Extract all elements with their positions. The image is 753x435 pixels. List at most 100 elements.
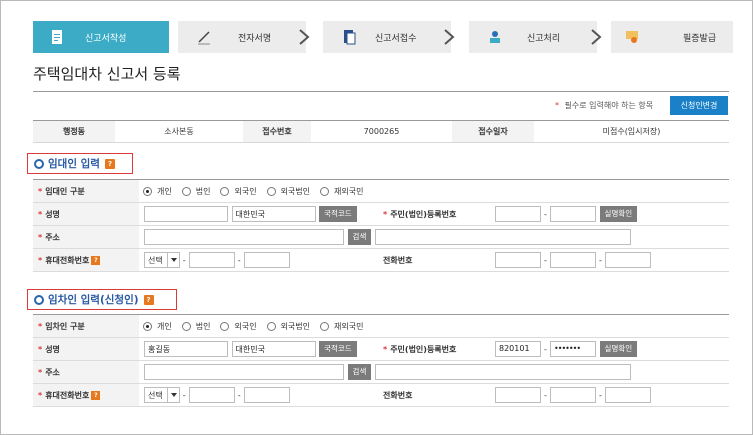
receipt-number-header: 접수번호 — [243, 120, 311, 143]
lessor-mobile-cell: 선택 - - — [139, 248, 379, 272]
radio-individual[interactable]: 개인 — [143, 186, 172, 197]
address-search-button[interactable]: 검색 — [347, 229, 372, 245]
lessee-address-cell: 검색 — [139, 360, 729, 384]
radio-foreign-corporation[interactable]: 외국법인 — [266, 321, 310, 332]
mobile-prefix-select[interactable]: 선택 — [144, 252, 180, 268]
mobile-prefix-select[interactable]: 선택 — [144, 387, 180, 403]
step-process[interactable]: 신고처리 — [469, 21, 597, 53]
circle-bullet-icon — [34, 158, 44, 169]
receipt-number-value: 7000265 — [311, 120, 452, 143]
chevron-right-icon — [444, 29, 455, 45]
lessor-phone-3-input[interactable] — [605, 252, 651, 268]
lessee-phone-2-input[interactable] — [550, 387, 596, 403]
lessor-nationality-input[interactable]: 대한민국 — [231, 206, 316, 222]
help-icon[interactable]: ? — [91, 255, 101, 265]
radio-overseas-korean[interactable]: 재외국민 — [320, 321, 363, 332]
person-desk-icon — [490, 31, 500, 43]
required-star: * — [555, 101, 559, 110]
lessor-id-cell: - 실명확인 — [491, 202, 729, 226]
step-write[interactable]: 신고서작성 — [33, 21, 169, 53]
lessor-address-cell: 검색 — [139, 225, 729, 249]
section-title-text: 임대인 입력 — [48, 158, 100, 170]
lessor-phone-cell: -- — [491, 248, 729, 272]
lessor-phone-label: 전화번호 — [379, 248, 491, 272]
step-issue[interactable]: 필증발급 — [611, 21, 733, 53]
radio-overseas-korean[interactable]: 재외국민 — [320, 186, 363, 197]
step-label: 필증발급 — [683, 34, 717, 44]
lessor-mobile-mid-input[interactable] — [188, 252, 235, 268]
lessee-address-detail-input[interactable] — [374, 364, 631, 380]
pen-icon — [198, 31, 210, 45]
lessor-phone-1-input[interactable] — [495, 252, 541, 268]
address-search-button[interactable]: 검색 — [347, 364, 372, 380]
lessee-mobile-last-input[interactable] — [243, 387, 290, 403]
lessee-name-label: * 성명 — [33, 337, 139, 361]
divider — [33, 91, 729, 92]
lessor-type-label: * 임대인 구분 — [33, 179, 139, 203]
step-label: 신고처리 — [527, 34, 561, 44]
lessee-id-front-input[interactable]: 820101 — [495, 341, 541, 357]
radio-corporation[interactable]: 법인 — [181, 186, 210, 197]
document-icon — [52, 30, 62, 44]
lessee-id-cell: 820101- ••••••• 실명확인 — [491, 337, 729, 361]
lessor-mobile-last-input[interactable] — [243, 252, 290, 268]
radio-foreigner[interactable]: 외국인 — [220, 186, 257, 197]
lessor-address-input[interactable] — [144, 229, 344, 245]
lessor-id-front-input[interactable] — [495, 206, 541, 222]
chevron-down-icon — [166, 253, 179, 267]
lessor-form: * 임대인 구분 개인 법인 외국인 외국법인 재외국민 * 성명 대한민국 국적코… — [33, 179, 729, 272]
section-title-text: 임차인 입력(신청인) — [48, 294, 139, 306]
radio-foreign-corporation[interactable]: 외국법인 — [266, 186, 310, 197]
lessee-address-label: * 주소 — [33, 360, 139, 384]
lessor-address-label: * 주소 — [33, 225, 139, 249]
country-code-button[interactable]: 국적코드 — [319, 341, 357, 357]
lessor-section-title: 임대인 입력 ? — [27, 153, 133, 174]
radio-corporation[interactable]: 법인 — [181, 321, 210, 332]
radio-individual[interactable]: 개인 — [143, 321, 172, 332]
country-code-button[interactable]: 국적코드 — [319, 206, 357, 222]
receipt-date-value: 미접수(임시저장) — [534, 120, 729, 143]
lessee-id-label: * 주민(법인)등록번호 — [379, 337, 491, 361]
lessor-name-cell: 대한민국 국적코드 — [139, 202, 379, 226]
registration-info-table: 행정동 소사본동 접수번호 7000265 접수일자 미접수(임시저장) — [33, 120, 729, 143]
lessor-id-back-input[interactable] — [550, 206, 596, 222]
chevron-right-icon — [299, 29, 310, 45]
lessee-mobile-mid-input[interactable] — [188, 387, 235, 403]
help-icon[interactable]: ? — [104, 158, 115, 169]
window: 신고서작성 전자서명 신고서접수 신고처리 필증발급 주택임대차 신고서 등록 … — [0, 0, 753, 435]
lessee-nationality-input[interactable]: 대한민국 — [231, 341, 316, 357]
step-progress-bar: 신고서작성 전자서명 신고서접수 신고처리 필증발급 — [33, 21, 733, 53]
lessor-name-input[interactable] — [144, 206, 228, 222]
step-label: 신고서접수 — [375, 34, 417, 44]
step-submit[interactable]: 신고서접수 — [323, 21, 451, 53]
page-title: 주택임대차 신고서 등록 — [33, 65, 181, 83]
lessee-type-cell: 개인 법인 외국인 외국법인 재외국민 — [139, 314, 729, 338]
help-icon[interactable]: ? — [143, 294, 154, 305]
change-applicant-button[interactable]: 신청인변경 — [670, 96, 728, 115]
lessor-phone-2-input[interactable] — [550, 252, 596, 268]
lessor-id-label: * 주민(법인)등록번호 — [379, 202, 491, 226]
lessee-form: * 임차인 구분 개인 법인 외국인 외국법인 재외국민 * 성명 홍길동 대한민국… — [33, 314, 729, 407]
lessee-phone-cell: -- — [491, 383, 729, 407]
lessor-type-radio-group: 개인 법인 외국인 외국법인 재외국민 — [139, 186, 729, 197]
lessor-type-cell: 개인 법인 외국인 외국법인 재외국민 — [139, 179, 729, 203]
receipt-date-header: 접수일자 — [452, 120, 534, 143]
step-sign[interactable]: 전자서명 — [178, 21, 306, 53]
lessee-phone-1-input[interactable] — [495, 387, 541, 403]
radio-foreigner[interactable]: 외국인 — [220, 321, 257, 332]
lessee-phone-3-input[interactable] — [605, 387, 651, 403]
chevron-down-icon — [166, 388, 179, 402]
verify-name-button[interactable]: 실명확인 — [599, 341, 638, 357]
certificate-icon — [626, 31, 638, 43]
step-label: 전자서명 — [238, 34, 272, 44]
lessee-name-input[interactable]: 홍길동 — [144, 341, 228, 357]
lessee-address-input[interactable] — [144, 364, 344, 380]
required-note-text: 필수로 입력해야 하는 항목 — [564, 101, 654, 110]
verify-name-button[interactable]: 실명확인 — [599, 206, 638, 222]
lessor-address-detail-input[interactable] — [374, 229, 631, 245]
admin-dong-header: 행정동 — [33, 120, 115, 143]
lessee-id-back-input[interactable]: ••••••• — [550, 341, 596, 357]
help-icon[interactable]: ? — [91, 390, 101, 400]
step-label: 신고서작성 — [85, 34, 127, 44]
lessee-phone-label: 전화번호 — [379, 383, 491, 407]
